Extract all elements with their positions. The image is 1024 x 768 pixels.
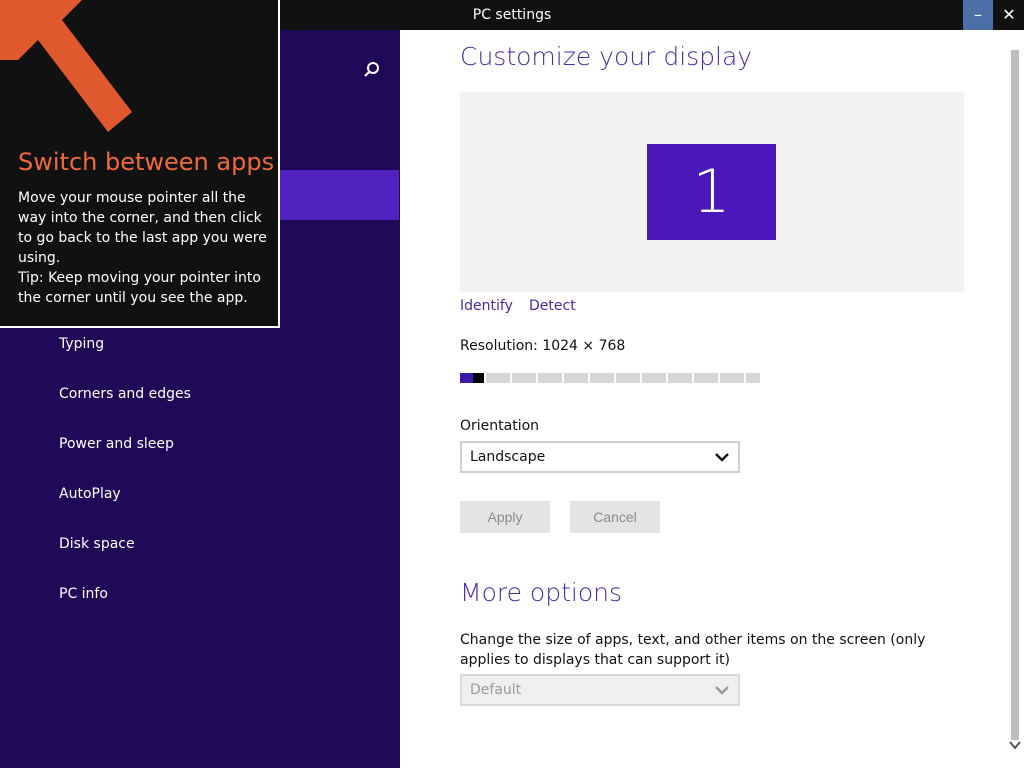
scrollbar-thumb[interactable] bbox=[1011, 50, 1019, 740]
identify-link[interactable]: Identify bbox=[460, 298, 513, 314]
slider-track-segment bbox=[564, 373, 588, 383]
slider-track-segment bbox=[590, 373, 614, 383]
size-dropdown[interactable]: Default bbox=[460, 674, 740, 706]
monitor-tile[interactable]: 1 bbox=[647, 144, 776, 240]
tip-body-text: Move your mouse pointer all the way into… bbox=[18, 190, 267, 266]
slider-track-segment bbox=[694, 373, 718, 383]
detect-link[interactable]: Detect bbox=[529, 298, 576, 314]
slider-track-segment bbox=[720, 373, 744, 383]
orientation-label: Orientation bbox=[460, 418, 540, 434]
nav-item-corners-and-edges[interactable]: Corners and edges bbox=[59, 386, 191, 402]
slider-track-segment bbox=[746, 373, 760, 383]
orientation-value: Landscape bbox=[470, 449, 546, 465]
slider-thumb[interactable] bbox=[473, 373, 484, 383]
display-settings-content: Customize your display 1 Identify Detect… bbox=[400, 30, 1006, 768]
size-description: Change the size of apps, text, and other… bbox=[460, 632, 926, 668]
minimize-button[interactable]: – bbox=[963, 0, 993, 30]
nav-item-typing[interactable]: Typing bbox=[59, 336, 104, 352]
resolution-label: Resolution: 1024 × 768 bbox=[460, 338, 626, 354]
size-value: Default bbox=[470, 682, 522, 698]
slider-track-segment bbox=[668, 373, 692, 383]
display-arrangement-area: 1 bbox=[460, 92, 964, 292]
corner-arrow-icon bbox=[0, 0, 132, 132]
tip-body: Move your mouse pointer all the way into… bbox=[18, 188, 268, 308]
slider-track-segment bbox=[486, 373, 510, 383]
slider-track-segment bbox=[642, 373, 666, 383]
close-button[interactable]: ✕ bbox=[994, 0, 1024, 30]
chevron-down-icon bbox=[715, 686, 729, 695]
vertical-scrollbar[interactable] bbox=[1006, 30, 1024, 768]
resolution-slider[interactable] bbox=[460, 373, 760, 383]
tip-title: Switch between apps bbox=[18, 148, 275, 176]
apply-button[interactable]: Apply bbox=[460, 501, 550, 533]
nav-item-power-and-sleep[interactable]: Power and sleep bbox=[59, 436, 174, 452]
page-title: Customize your display bbox=[460, 42, 753, 71]
switch-apps-tip-overlay: Switch between apps Move your mouse poin… bbox=[0, 0, 280, 328]
nav-item-disk-space[interactable]: Disk space bbox=[59, 536, 135, 552]
nav-item-pc-info[interactable]: PC info bbox=[59, 586, 108, 602]
cancel-button[interactable]: Cancel bbox=[570, 501, 660, 533]
nav-item-autoplay[interactable]: AutoPlay bbox=[59, 486, 121, 502]
slider-track-segment bbox=[512, 373, 536, 383]
search-icon[interactable] bbox=[362, 60, 382, 80]
tip-body-text: Tip: Keep moving your pointer into the c… bbox=[18, 270, 261, 306]
orientation-dropdown[interactable]: Landscape bbox=[460, 441, 740, 473]
chevron-down-icon bbox=[715, 453, 729, 462]
slider-track-segment bbox=[616, 373, 640, 383]
scroll-down-arrow-icon[interactable] bbox=[1008, 738, 1022, 752]
slider-track-segment bbox=[538, 373, 562, 383]
more-options-heading: More options bbox=[460, 578, 622, 607]
